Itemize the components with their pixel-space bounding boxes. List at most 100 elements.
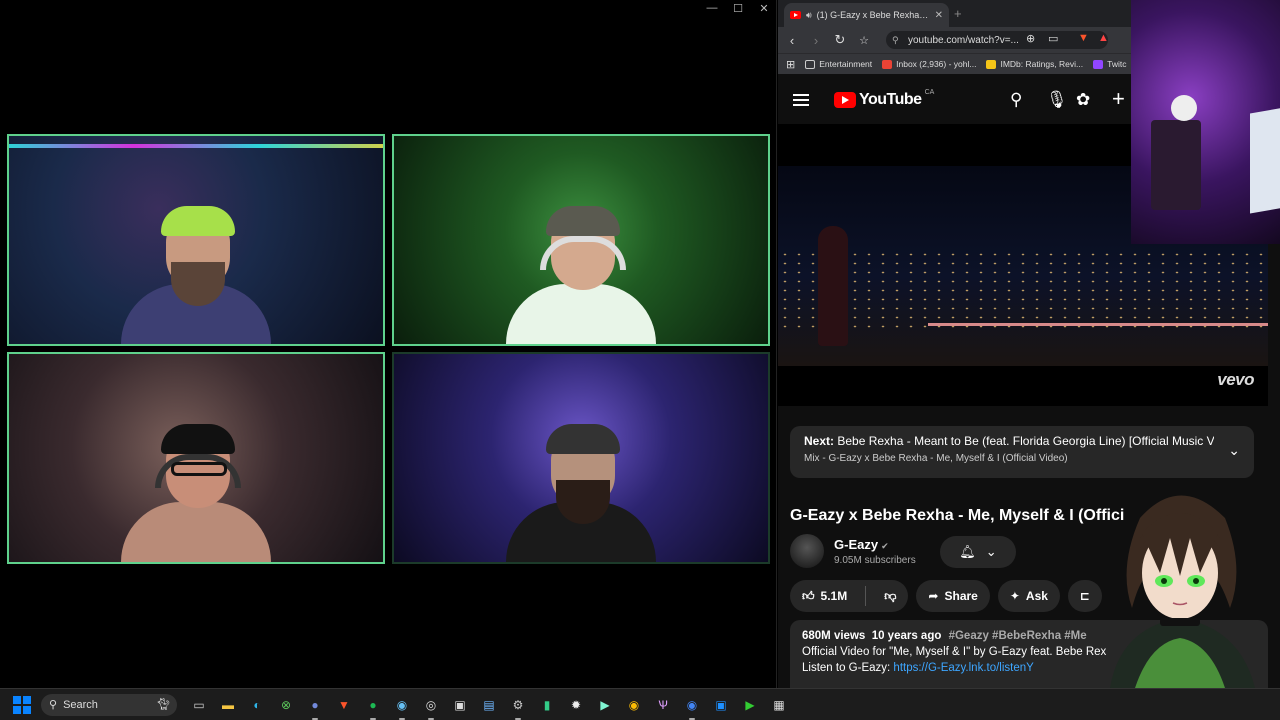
description-link[interactable]: https://G-Eazy.lnk.to/listenY [893,662,1033,674]
bookmark-twitch[interactable]: Twitc [1093,59,1127,69]
minimize-button[interactable]: — [706,2,718,15]
maximize-button[interactable]: ☐ [732,2,744,15]
video-actions: 👍︎ 5.1M 👎︎ ➦ Share ✦ Ask ⊏ [790,580,1102,612]
obs-icon[interactable]: ◎ [419,693,443,720]
channel-name[interactable]: G-Eazy ✔ [834,537,889,552]
tab-youtube[interactable]: 🔊︎ (1) G-Eazy x Bebe Rexha - Me, Myself … [784,3,949,27]
xbox-icon[interactable]: ⊗ [274,693,298,717]
bookmark-imdb[interactable]: IMDb: Ratings, Revi... [986,59,1083,69]
participant-tile-3[interactable] [7,352,385,564]
participant-3-video [121,402,271,562]
channel-avatar[interactable] [790,534,824,568]
tab-close-icon[interactable]: ✕ [935,10,943,21]
like-button[interactable]: 👍︎ 5.1M [790,580,859,612]
bookmark-label: Twitc [1107,59,1127,69]
notification-bell-button[interactable]: 🔔︎ ⌄ [940,536,1016,568]
bookmark-label: Entertainment [819,59,873,69]
spotify-icon[interactable]: ● [361,693,385,720]
steelseries-icon[interactable]: ✹ [564,693,588,717]
bookmark-star-icon[interactable]: ☆ [854,34,874,47]
monitor-glow [1250,106,1280,214]
search-icon[interactable]: ⚲ [1010,90,1022,110]
rewards-icon[interactable]: ▲ [1098,32,1109,44]
discord-icon[interactable]: ● [303,693,327,720]
menu-icon[interactable] [793,94,809,106]
participant-1-video [121,184,271,344]
url-field[interactable]: ⚲ youtube.com/watch?v=... [886,31,1108,49]
youtube-play-icon [834,92,856,108]
cast-icon[interactable]: ▭ [1048,32,1058,45]
vtuber-avatar [1110,495,1255,688]
close-button[interactable]: ✕ [758,2,770,15]
back-icon[interactable]: ‹ [782,33,802,48]
bookmark-entertainment[interactable]: Entertainment [805,59,872,69]
edge-icon[interactable]: ◐ [245,693,269,717]
twitch-icon [1093,59,1104,69]
cat-tree [1151,120,1201,210]
like-dislike-group: 👍︎ 5.1M 👎︎ [790,580,909,612]
city-lights [778,250,1268,330]
participant-tile-4[interactable] [392,352,770,564]
hashtags[interactable]: #Geazy #BebeRexha #Me [949,630,1087,642]
media-player-icon[interactable]: ▶ [738,693,762,717]
streamer-room-camera [1131,0,1280,244]
taskbar-apps: ▭ ▬ ◐ ⊗ ● ▼ ● ◉ ◎ ▣ ▤ ⚙ ▮ ✹ ▶ ◉ Ѱ ◉ ▣ ▶ ▦ [187,693,791,720]
participant-tile-1[interactable] [7,134,385,346]
taskbar-search[interactable]: ⚲ Search 🐈︎ [41,693,177,716]
bell-icon: 🔔︎ [959,544,976,559]
ask-label: Ask [1025,589,1048,603]
speaker-icon[interactable]: 🔊︎ [806,10,812,21]
brave-icon[interactable]: ▼ [332,693,356,717]
chrome-active-icon[interactable]: ◉ [680,693,704,720]
country-code: CA [924,88,935,96]
verified-icon: ✔ [881,541,889,551]
forward-icon[interactable]: › [806,33,826,48]
next-up-title: Next: Bebe Rexha - Meant to Be (feat. Fl… [804,434,1214,448]
microphone-icon[interactable]: 🎙︎ [1046,90,1068,110]
divider [865,586,867,606]
ask-button[interactable]: ✦ Ask [997,580,1060,612]
windows-start-icon[interactable] [13,695,31,714]
imdb-icon [986,59,997,69]
bookmark-inbox[interactable]: Inbox (2,936) - yohl... [882,59,976,69]
reload-icon[interactable]: ↻ [830,32,850,48]
epic-games-icon[interactable]: ▣ [448,693,472,717]
task-view-icon[interactable]: ▭ [187,693,211,717]
youtube-favicon-icon [790,11,801,19]
channel-name-text: G-Eazy [834,537,879,552]
streamlabs-icon[interactable]: ▶ [593,693,617,717]
participant-2-video [506,184,656,344]
bookmark-label: Inbox (2,936) - yohl... [896,59,977,69]
next-up-card[interactable]: Next: Bebe Rexha - Meant to Be (feat. Fl… [790,426,1254,478]
brave-shield-icon[interactable]: ▼ [1078,32,1089,44]
youtube-logo[interactable]: YouTube CA [834,88,935,109]
participant-tile-2[interactable] [392,134,770,346]
create-icon[interactable]: + [1112,86,1125,112]
participant-4-video [506,402,656,562]
vtube-studio-icon[interactable]: Ѱ [651,693,675,717]
apps-grid-icon[interactable]: ⊞ [786,58,795,71]
chrome-icon[interactable]: ◉ [622,693,646,717]
terminal-icon[interactable]: ▮ [535,693,559,717]
bookmark-label: IMDb: Ratings, Revi... [1000,59,1084,69]
thumbs-down-icon: 👎︎ [884,588,897,603]
notes-icon[interactable]: ▦ [767,693,791,717]
settings-icon[interactable]: ⚙ [506,693,530,720]
lamp [1171,95,1197,121]
monitor-icon[interactable]: ▣ [709,693,733,717]
next-prefix: Next: [804,434,835,448]
share-button[interactable]: ➦ Share [916,580,990,612]
notepad-icon[interactable]: ▤ [477,693,501,717]
next-video-title: Bebe Rexha - Meant to Be (feat. Florida … [837,434,1214,448]
shorts-icon[interactable]: ✿ [1076,90,1090,110]
dislike-button[interactable]: 👎︎ [872,580,908,612]
next-up-playlist: Mix - G-Eazy x Bebe Rexha - Me, Myself &… [804,453,1068,464]
file-explorer-icon[interactable]: ▬ [216,693,240,717]
new-tab-button[interactable]: + [954,6,962,21]
chevron-down-icon[interactable]: ⌄ [1228,442,1240,459]
steam-icon[interactable]: ◉ [390,693,414,720]
description-text: Listen to G-Eazy: [802,662,891,674]
site-info-icon[interactable]: ⚲ [892,35,899,46]
zoom-icon[interactable]: ⊕ [1026,32,1035,45]
singer-figure [818,226,848,346]
